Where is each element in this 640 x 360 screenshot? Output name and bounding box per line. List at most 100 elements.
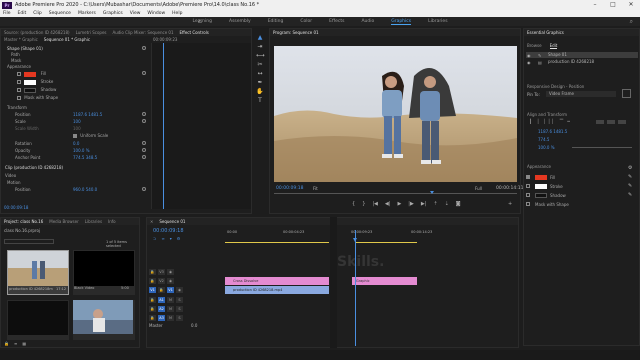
extract-icon[interactable]: ⇣ — [445, 201, 449, 207]
tab-info[interactable]: Info — [108, 219, 116, 224]
workspace-assembly[interactable]: Assembly — [229, 19, 251, 24]
hand-tool-icon[interactable]: ✋ — [256, 88, 264, 96]
export-frame-icon[interactable]: ◙ — [456, 201, 461, 207]
shadow-checkbox[interactable] — [17, 88, 21, 92]
workspace-color[interactable]: Color — [300, 19, 312, 24]
distribute-h-icon[interactable] — [596, 120, 604, 124]
keyframe-toggle-icon[interactable] — [142, 119, 146, 123]
track-lock-icon[interactable]: 🔒 — [149, 269, 156, 275]
timeline-clip-cross-dissolve[interactable]: Cross Dissolve — [225, 277, 329, 285]
timeline-clip-video[interactable]: production ID 4268218.mp4 — [225, 286, 329, 294]
eg-tab-browse[interactable]: Browse — [527, 43, 542, 49]
eg-mask-checkbox[interactable] — [526, 202, 530, 206]
stroke-swatch[interactable] — [24, 79, 37, 85]
eyedropper-icon[interactable]: ✎ — [628, 174, 632, 180]
distribute-v-icon[interactable] — [607, 120, 615, 124]
uniform-scale-checkbox[interactable] — [73, 134, 77, 138]
effect-controls-playhead[interactable] — [163, 43, 164, 209]
program-video-frame[interactable] — [274, 46, 517, 182]
workspace-libraries[interactable]: Libraries — [428, 19, 447, 24]
snap-icon[interactable]: ⊃ — [153, 236, 156, 241]
eg-stroke-checkbox[interactable] — [526, 184, 530, 188]
ec-motion-label[interactable]: Motion — [7, 180, 21, 185]
menu-file[interactable]: File — [3, 11, 11, 16]
timeline-playhead-handle[interactable] — [353, 238, 357, 242]
slip-tool-icon[interactable]: ↔ — [256, 70, 264, 78]
eye-icon[interactable]: ◉ — [527, 53, 531, 58]
mark-out-icon[interactable]: } — [362, 201, 365, 207]
track-lock-icon[interactable]: 🔒 — [149, 315, 156, 321]
fill-swatch[interactable] — [24, 71, 37, 77]
subtab-sequence[interactable]: Sequence 01 * Graphic — [44, 37, 90, 42]
project-search-input[interactable] — [4, 239, 54, 244]
align-top-icon[interactable]: ▔ — [560, 120, 563, 125]
home-icon[interactable]: ⌂ — [198, 18, 202, 25]
tab-libraries[interactable]: Libraries — [85, 219, 102, 224]
menu-help[interactable]: Help — [172, 11, 182, 16]
ec-appearance-label[interactable]: Appearance — [7, 64, 31, 69]
program-quality-select[interactable]: Full — [475, 186, 482, 191]
align-middle-icon[interactable]: ═ — [567, 120, 570, 125]
selection-tool-icon[interactable]: ▲ — [256, 34, 264, 42]
track-v2-label[interactable]: V2 — [158, 278, 165, 284]
keyframe-toggle-icon[interactable] — [142, 148, 146, 152]
distribute-c-icon[interactable] — [618, 120, 626, 124]
ripple-edit-tool-icon[interactable]: ⟷ — [256, 52, 265, 60]
track-eye-icon[interactable]: ◉ — [167, 269, 174, 275]
track-eye-icon[interactable]: ◉ — [176, 287, 183, 293]
ec-transform-label[interactable]: Transform — [7, 105, 27, 110]
keyframe-toggle-icon[interactable] — [142, 141, 146, 145]
wrench-icon[interactable]: ⚙ — [628, 165, 632, 171]
eg-fill-checkbox[interactable] — [526, 175, 530, 179]
ec-clip-label[interactable]: Clip (production ID 4268218) — [5, 165, 63, 170]
program-scrub-bar[interactable] — [274, 193, 517, 194]
keyframe-toggle-icon[interactable] — [142, 155, 146, 159]
minimize-icon[interactable]: – — [586, 0, 604, 10]
timeline-timecode[interactable]: 00:00:09:18 — [153, 228, 184, 234]
eg-tab-edit[interactable]: Edit — [549, 43, 558, 49]
tab-media-browser[interactable]: Media Browser — [49, 219, 79, 224]
track-a1-label[interactable]: A1 — [158, 297, 165, 303]
track-mute-icon[interactable]: M — [167, 306, 174, 312]
add-button-icon[interactable]: + — [508, 201, 512, 207]
track-lock-icon[interactable]: 🔒 — [149, 278, 156, 284]
track-v1-label[interactable]: V1 — [167, 287, 174, 293]
eg-layer-video[interactable]: production ID 4268218 — [526, 59, 638, 65]
type-tool-icon[interactable]: T — [256, 97, 264, 105]
ec-position-value[interactable]: 1187.6 1481.5 — [73, 112, 102, 117]
eg-pin-widget-icon[interactable] — [622, 89, 631, 98]
workspace-editing[interactable]: Editing — [268, 19, 284, 24]
close-sequence-icon[interactable]: ✕ — [150, 219, 153, 224]
lift-icon[interactable]: ⇡ — [433, 201, 437, 207]
track-mute-icon[interactable]: M — [167, 315, 174, 321]
mark-in-icon[interactable]: { — [352, 201, 355, 207]
maximize-icon[interactable]: □ — [604, 0, 622, 10]
lock-icon[interactable]: 🔒 — [4, 341, 9, 346]
keyframe-toggle-icon[interactable] — [142, 112, 146, 116]
align-left-icon[interactable]: ▕▏ — [527, 120, 534, 125]
clip-thumbnail-2[interactable]: Black Video 5:00 — [73, 250, 135, 295]
track-solo-icon[interactable]: S — [176, 297, 183, 303]
eyedropper-icon[interactable]: ✎ — [628, 192, 632, 198]
timeline-clip-graphic[interactable]: Graphic — [352, 277, 417, 285]
linked-selection-icon[interactable]: ∞ — [161, 236, 164, 241]
keyframe-toggle-icon[interactable] — [142, 187, 146, 191]
play-icon[interactable]: ▶ — [397, 201, 401, 207]
workspace-audio[interactable]: Audio — [361, 19, 374, 24]
clip-thumbnail-4[interactable] — [73, 300, 135, 340]
fill-checkbox[interactable] — [17, 72, 21, 76]
track-mute-icon[interactable]: M — [167, 297, 174, 303]
timeline-settings-icon[interactable]: ⚙ — [177, 236, 181, 241]
ec-shape-label[interactable]: Shape (Shape 01) — [7, 46, 43, 51]
eg-shadow-checkbox[interactable] — [526, 193, 530, 197]
program-playhead[interactable] — [430, 191, 434, 194]
ec-motion-position-value[interactable]: 960.0 540.0 — [73, 187, 97, 192]
source-patch-v1[interactable]: V1 — [149, 287, 156, 293]
clip-thumbnail-selected[interactable]: production ID 4268218mp4 17:12 — [7, 250, 69, 295]
workspace-graphics[interactable]: Graphics — [391, 19, 412, 25]
eg-opacity-value[interactable]: 100.0 % — [538, 145, 555, 150]
timeline-playhead[interactable] — [355, 230, 356, 346]
subtab-master[interactable]: Master * Graphic — [4, 37, 38, 42]
tab-lumetri-scopes[interactable]: Lumetri Scopes — [76, 30, 107, 35]
tab-audio-clip-mixer[interactable]: Audio Clip Mixer: Sequence 01 — [113, 30, 174, 35]
